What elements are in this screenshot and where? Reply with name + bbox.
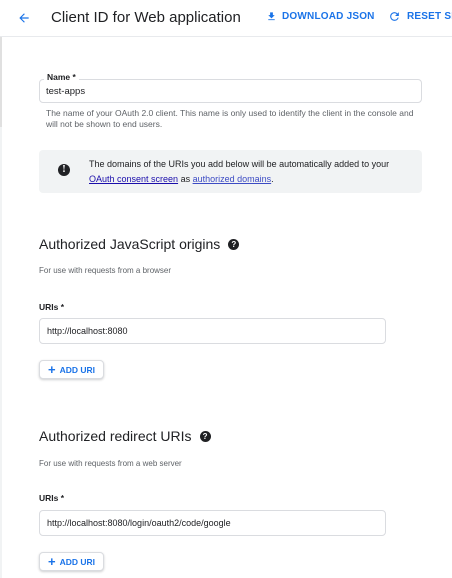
js-origin-uri-input[interactable] — [47, 326, 377, 336]
download-json-label: DOWNLOAD JSON — [282, 11, 375, 22]
reset-secret-button[interactable]: RESET SEC — [388, 10, 452, 23]
add-redirect-uri-button[interactable]: + ADD URI — [39, 552, 104, 571]
top-bar: Client ID for Web application DOWNLOAD J… — [0, 0, 452, 37]
info-text-mid: as — [178, 174, 193, 184]
info-text: The domains of the URIs you add below wi… — [89, 157, 409, 187]
arrow-back-icon — [19, 13, 29, 23]
authorized-domains-link[interactable]: authorized domains — [193, 174, 272, 184]
js-origins-subtitle: For use with requests from a browser — [39, 266, 172, 275]
oauth-consent-screen-link[interactable]: OAuth consent screen — [89, 174, 178, 184]
js-origins-title: Authorized JavaScript origins — [39, 236, 221, 252]
add-uri-label: ADD URI — [59, 556, 95, 567]
js-origin-uri-field[interactable] — [39, 318, 386, 344]
redirect-uri-field[interactable] — [39, 510, 386, 536]
info-icon: ! — [58, 164, 70, 176]
redirect-uris-label: URIs * — [39, 493, 65, 503]
download-json-button[interactable]: DOWNLOAD JSON — [266, 11, 375, 22]
redirect-uri-input[interactable] — [47, 518, 377, 528]
page-title: Client ID for Web application — [51, 9, 241, 26]
download-icon — [268, 12, 275, 21]
info-text-after: . — [271, 174, 274, 184]
name-input[interactable] — [46, 86, 406, 97]
js-origins-uris-label: URIs * — [39, 302, 65, 312]
name-field-label: Name * — [44, 72, 79, 82]
js-origins-help-icon[interactable]: ? — [228, 238, 240, 250]
info-text-before: The domains of the URIs you add below wi… — [89, 159, 390, 169]
refresh-icon — [390, 12, 399, 21]
redirect-uris-section-title: Authorized redirect URIs ? — [39, 428, 211, 444]
name-help-text: The name of your OAuth 2.0 client. This … — [46, 108, 414, 129]
plus-icon: + — [47, 362, 56, 377]
add-js-origin-uri-button[interactable]: + ADD URI — [39, 360, 104, 379]
redirect-uris-subtitle: For use with requests from a web server — [39, 459, 182, 468]
redirect-uris-help-icon[interactable]: ? — [199, 430, 211, 442]
add-uri-label: ADD URI — [59, 364, 95, 375]
plus-icon: + — [47, 554, 56, 569]
back-button[interactable] — [14, 8, 34, 28]
left-panel-edge-mark — [0, 37, 2, 127]
js-origins-section-title: Authorized JavaScript origins ? — [39, 236, 240, 252]
redirect-uris-title: Authorized redirect URIs — [39, 428, 192, 444]
reset-secret-label: RESET SEC — [407, 11, 452, 22]
